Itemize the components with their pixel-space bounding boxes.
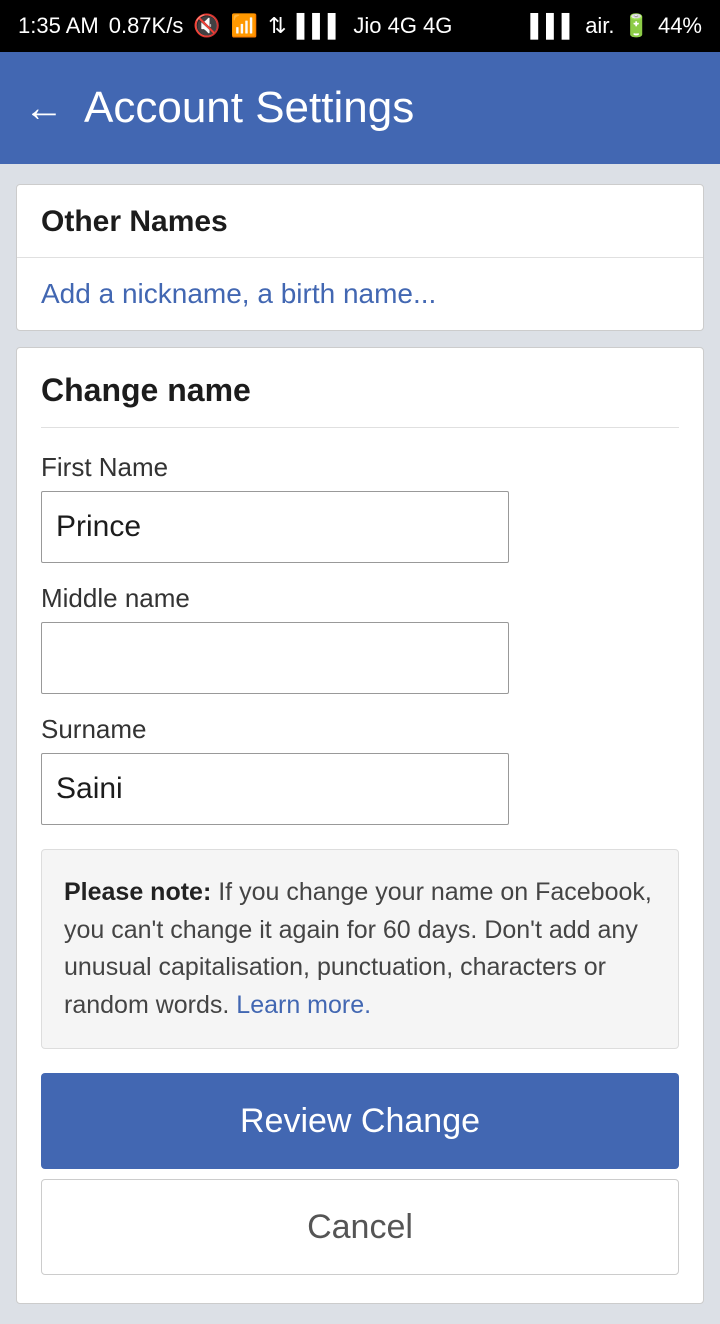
other-names-title: Other Names (17, 185, 703, 258)
battery-percent: 44% (658, 13, 702, 39)
change-name-section: Change name First Name Middle name Surna… (16, 347, 704, 1304)
main-content: Other Names Add a nickname, a birth name… (0, 164, 720, 1324)
status-right: ▌▌▌ air. 🔋 44% (530, 13, 702, 39)
carrier1-label: Jio 4G 4G (353, 13, 452, 39)
surname-input[interactable] (41, 753, 509, 825)
review-change-button[interactable]: Review Change (41, 1073, 679, 1169)
first-name-group: First Name (41, 452, 679, 563)
middle-name-input[interactable] (41, 622, 509, 694)
page-title: Account Settings (84, 83, 414, 133)
note-bold: Please note: (64, 878, 211, 906)
note-box: Please note: If you change your name on … (41, 849, 679, 1049)
mute-icon: 🔇 (193, 13, 220, 39)
nav-bar: ← Account Settings (0, 52, 720, 164)
sync-icon: ⇅ (268, 13, 286, 39)
cancel-button[interactable]: Cancel (41, 1179, 679, 1275)
surname-label: Surname (41, 714, 679, 745)
change-name-title: Change name (41, 372, 679, 428)
add-nickname-link[interactable]: Add a nickname, a birth name... (17, 258, 703, 330)
surname-group: Surname (41, 714, 679, 825)
carrier2-label: air. (585, 13, 614, 39)
first-name-input[interactable] (41, 491, 509, 563)
middle-name-group: Middle name (41, 583, 679, 694)
status-speed: 0.87K/s (109, 13, 184, 39)
signal-icon2: ▌▌▌ (530, 13, 577, 39)
status-left: 1:35 AM 0.87K/s 🔇 📶 ⇅ ▌▌▌ Jio 4G 4G (18, 13, 452, 39)
other-names-card: Other Names Add a nickname, a birth name… (16, 184, 704, 331)
back-button[interactable]: ← (24, 88, 64, 128)
learn-more-link[interactable]: Learn more. (236, 991, 371, 1019)
status-bar: 1:35 AM 0.87K/s 🔇 📶 ⇅ ▌▌▌ Jio 4G 4G ▌▌▌ … (0, 0, 720, 52)
battery-icon: 🔋 (623, 13, 650, 39)
status-time: 1:35 AM (18, 13, 99, 39)
middle-name-label: Middle name (41, 583, 679, 614)
signal-icon1: ▌▌▌ (297, 13, 344, 39)
first-name-label: First Name (41, 452, 679, 483)
wifi-icon: 📶 (231, 13, 258, 39)
